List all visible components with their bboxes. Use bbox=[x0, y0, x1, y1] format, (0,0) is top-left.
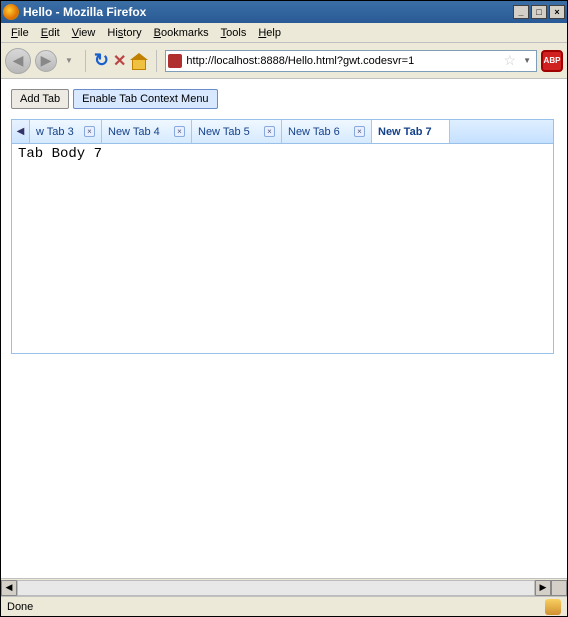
button-row: Add Tab Enable Tab Context Menu bbox=[11, 89, 557, 109]
scroll-corner bbox=[551, 580, 567, 596]
menu-file[interactable]: File bbox=[5, 25, 35, 41]
menu-bookmarks[interactable]: Bookmarks bbox=[148, 25, 215, 41]
tab-item[interactable]: New Tab 4 × bbox=[102, 120, 192, 143]
tab-label: New Tab 6 bbox=[288, 126, 348, 138]
tab-item[interactable]: New Tab 6 × bbox=[282, 120, 372, 143]
page-viewport: Add Tab Enable Tab Context Menu ◀ w Tab … bbox=[1, 79, 567, 578]
tab-scroll-left-button[interactable]: ◀ bbox=[12, 120, 30, 143]
status-bar: Done bbox=[1, 596, 567, 616]
tab-close-icon[interactable]: × bbox=[174, 126, 185, 137]
window-titlebar: Hello - Mozilla Firefox _ □ × bbox=[1, 1, 567, 23]
tab-item[interactable]: New Tab 5 × bbox=[192, 120, 282, 143]
url-bar[interactable]: http://localhost:8888/Hello.html?gwt.cod… bbox=[165, 50, 537, 72]
toolbar-separator bbox=[85, 50, 86, 72]
toolbar-separator bbox=[156, 50, 157, 72]
firefox-icon bbox=[3, 4, 19, 20]
tab-label: New Tab 5 bbox=[198, 126, 258, 138]
stop-button[interactable]: ✕ bbox=[113, 51, 126, 71]
horizontal-scrollbar[interactable]: ◀ ▶ bbox=[1, 578, 567, 596]
tab-label: New Tab 7 bbox=[378, 126, 443, 138]
back-button[interactable]: ◀ bbox=[5, 48, 31, 74]
tab-panel: ◀ w Tab 3 × New Tab 4 × New Tab 5 × New … bbox=[11, 119, 554, 354]
tab-close-icon[interactable]: × bbox=[84, 126, 95, 137]
status-text: Done bbox=[7, 601, 33, 613]
reload-button[interactable]: ↻ bbox=[94, 50, 109, 71]
menu-help[interactable]: Help bbox=[252, 25, 287, 41]
navigation-toolbar: ◀ ▶ ▼ ↻ ✕ http://localhost:8888/Hello.ht… bbox=[1, 43, 567, 79]
site-favicon-icon bbox=[168, 54, 182, 68]
tab-body: Tab Body 7 bbox=[12, 144, 553, 164]
tab-item[interactable]: w Tab 3 × bbox=[30, 120, 102, 143]
window-close-button[interactable]: × bbox=[549, 5, 565, 19]
menu-history[interactable]: History bbox=[101, 25, 147, 41]
forward-button[interactable]: ▶ bbox=[35, 50, 57, 72]
menu-edit[interactable]: Edit bbox=[35, 25, 66, 41]
menu-tools[interactable]: Tools bbox=[215, 25, 253, 41]
window-minimize-button[interactable]: _ bbox=[513, 5, 529, 19]
history-dropdown-icon[interactable]: ▼ bbox=[61, 56, 77, 65]
tab-close-icon[interactable]: × bbox=[354, 126, 365, 137]
menu-view[interactable]: View bbox=[66, 25, 102, 41]
tab-strip: w Tab 3 × New Tab 4 × New Tab 5 × New Ta… bbox=[30, 120, 553, 143]
url-dropdown-icon[interactable]: ▼ bbox=[520, 56, 534, 65]
window-maximize-button[interactable]: □ bbox=[531, 5, 547, 19]
tab-item-active[interactable]: New Tab 7 bbox=[372, 120, 450, 143]
add-tab-button[interactable]: Add Tab bbox=[11, 89, 69, 109]
menu-bar: File Edit View History Bookmarks Tools H… bbox=[1, 23, 567, 43]
tab-label: w Tab 3 bbox=[36, 126, 78, 138]
enable-context-menu-button[interactable]: Enable Tab Context Menu bbox=[73, 89, 217, 109]
scroll-left-button[interactable]: ◀ bbox=[1, 580, 17, 596]
home-button[interactable] bbox=[130, 53, 148, 69]
bookmark-star-icon[interactable]: ☆ bbox=[504, 52, 517, 69]
scroll-right-button[interactable]: ▶ bbox=[535, 580, 551, 596]
scroll-track[interactable] bbox=[17, 580, 535, 596]
tab-close-icon[interactable]: × bbox=[264, 126, 275, 137]
window-title: Hello - Mozilla Firefox bbox=[23, 5, 146, 19]
tab-label: New Tab 4 bbox=[108, 126, 168, 138]
adblock-plus-icon[interactable]: ABP bbox=[541, 50, 563, 72]
extension-icon[interactable] bbox=[545, 599, 561, 615]
tab-bar: ◀ w Tab 3 × New Tab 4 × New Tab 5 × New … bbox=[12, 120, 553, 144]
url-text[interactable]: http://localhost:8888/Hello.html?gwt.cod… bbox=[186, 55, 499, 67]
